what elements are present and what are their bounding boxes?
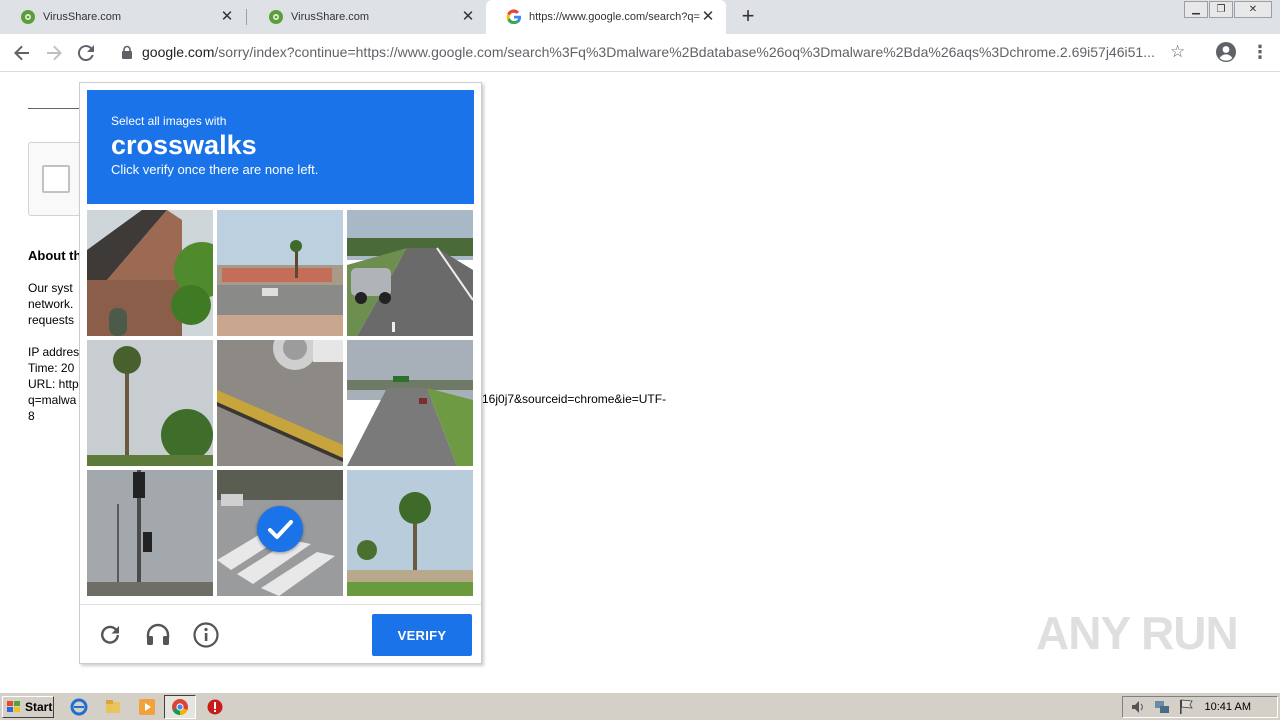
taskbar-clock: 10:41 AM [1204,701,1251,713]
system-text-line: requests [28,313,75,327]
info-icon[interactable] [192,621,220,649]
info-text-line: q=malwa [28,393,77,407]
close-tab-icon[interactable]: ✕ [460,9,476,25]
action-center-flag-icon[interactable] [1177,698,1195,716]
start-button[interactable]: Start [2,696,54,718]
image-grid [87,210,474,597]
minimize-window-icon[interactable]: ▁ [1184,1,1208,18]
selected-check-icon [257,506,303,552]
network-icon[interactable] [1153,698,1171,716]
about-heading: About th [28,248,82,263]
biohazard-icon [269,10,283,24]
security-alert-icon[interactable] [206,698,224,716]
restore-window-icon[interactable]: ❐ [1209,1,1233,18]
windows-taskbar: Start 10:41 AM [0,692,1280,720]
verify-button[interactable]: VERIFY [372,614,472,656]
volume-icon[interactable] [1129,698,1147,716]
tab-title: VirusShare.com [291,11,370,23]
challenge-keyword: crosswalks [111,130,257,160]
system-text-line: network. [28,297,74,311]
tab-divider [246,9,247,25]
address-bar[interactable]: google.com/sorry/index?continue=https://… [108,37,1204,67]
recaptcha-checkbox[interactable] [42,165,70,193]
biohazard-icon [21,10,35,24]
windows-logo-icon [7,701,20,712]
tab-google-search[interactable]: https://www.google.com/search?q= ✕ [486,0,726,34]
reload-icon[interactable] [74,41,98,65]
close-tab-icon[interactable]: ✕ [219,9,235,25]
recaptcha-challenge-dialog: Select all images with crosswalks Click … [79,82,482,664]
tab-strip: VirusShare.com ✕ VirusShare.com ✕ https:… [0,0,1280,34]
info-text-line: IP addres [28,345,80,359]
tile-highway-car[interactable] [347,210,473,336]
reload-challenge-icon[interactable] [96,621,124,649]
tile-highway-sign[interactable] [347,340,473,466]
anyrun-watermark: ANY RUN [1036,607,1239,659]
info-text-line: 8 [28,409,35,423]
url-text: google.com/sorry/index?continue=https://… [142,44,1155,60]
system-tray: 10:41 AM [1122,696,1278,718]
close-window-icon[interactable]: ✕ [1234,1,1272,18]
file-explorer-icon[interactable] [104,698,122,716]
bookmark-star-icon[interactable]: ☆ [1170,43,1188,61]
system-text-line: Our syst [28,281,73,295]
menu-kebab-icon[interactable]: ⋮ [1250,41,1270,63]
tile-house-roof[interactable] [87,210,213,336]
info-text-line: URL: http [28,377,79,391]
challenge-header: Select all images with crosswalks Click … [87,90,474,204]
forward-arrow-icon[interactable] [42,41,66,65]
tab-virusshare-2[interactable]: VirusShare.com ✕ [248,0,486,34]
close-tab-icon[interactable]: ✕ [700,9,716,25]
chrome-icon [172,699,188,715]
tile-crosswalk[interactable] [217,470,343,596]
challenge-footer: VERIFY [80,604,481,663]
tab-title: https://www.google.com/search?q= [529,11,700,23]
tile-road-closeup[interactable] [217,340,343,466]
tile-traffic-light[interactable] [87,470,213,596]
taskbar-chrome-button[interactable] [164,695,196,719]
back-arrow-icon[interactable] [10,41,34,65]
tile-palm-beach[interactable] [347,470,473,596]
tab-title: VirusShare.com [43,11,122,23]
tile-palm-tree[interactable] [87,340,213,466]
audio-challenge-icon[interactable] [144,621,172,649]
tile-storefront[interactable] [217,210,343,336]
browser-toolbar: google.com/sorry/index?continue=https://… [0,34,1280,72]
tab-virusshare-1[interactable]: VirusShare.com ✕ [0,0,245,34]
new-tab-button[interactable]: + [736,5,760,29]
info-text-line: Time: 20 [28,361,75,375]
url-tail-text: 16j0j7&sourceid=chrome&ie=UTF- [482,392,667,406]
media-player-icon[interactable] [138,698,156,716]
google-g-icon [506,9,522,25]
lock-icon [122,45,132,59]
internet-explorer-icon[interactable] [70,698,88,716]
challenge-subtitle: Select all images with [111,114,227,128]
account-icon[interactable] [1214,40,1238,64]
challenge-instruction: Click verify once there are none left. [111,162,319,177]
start-label: Start [25,700,53,714]
